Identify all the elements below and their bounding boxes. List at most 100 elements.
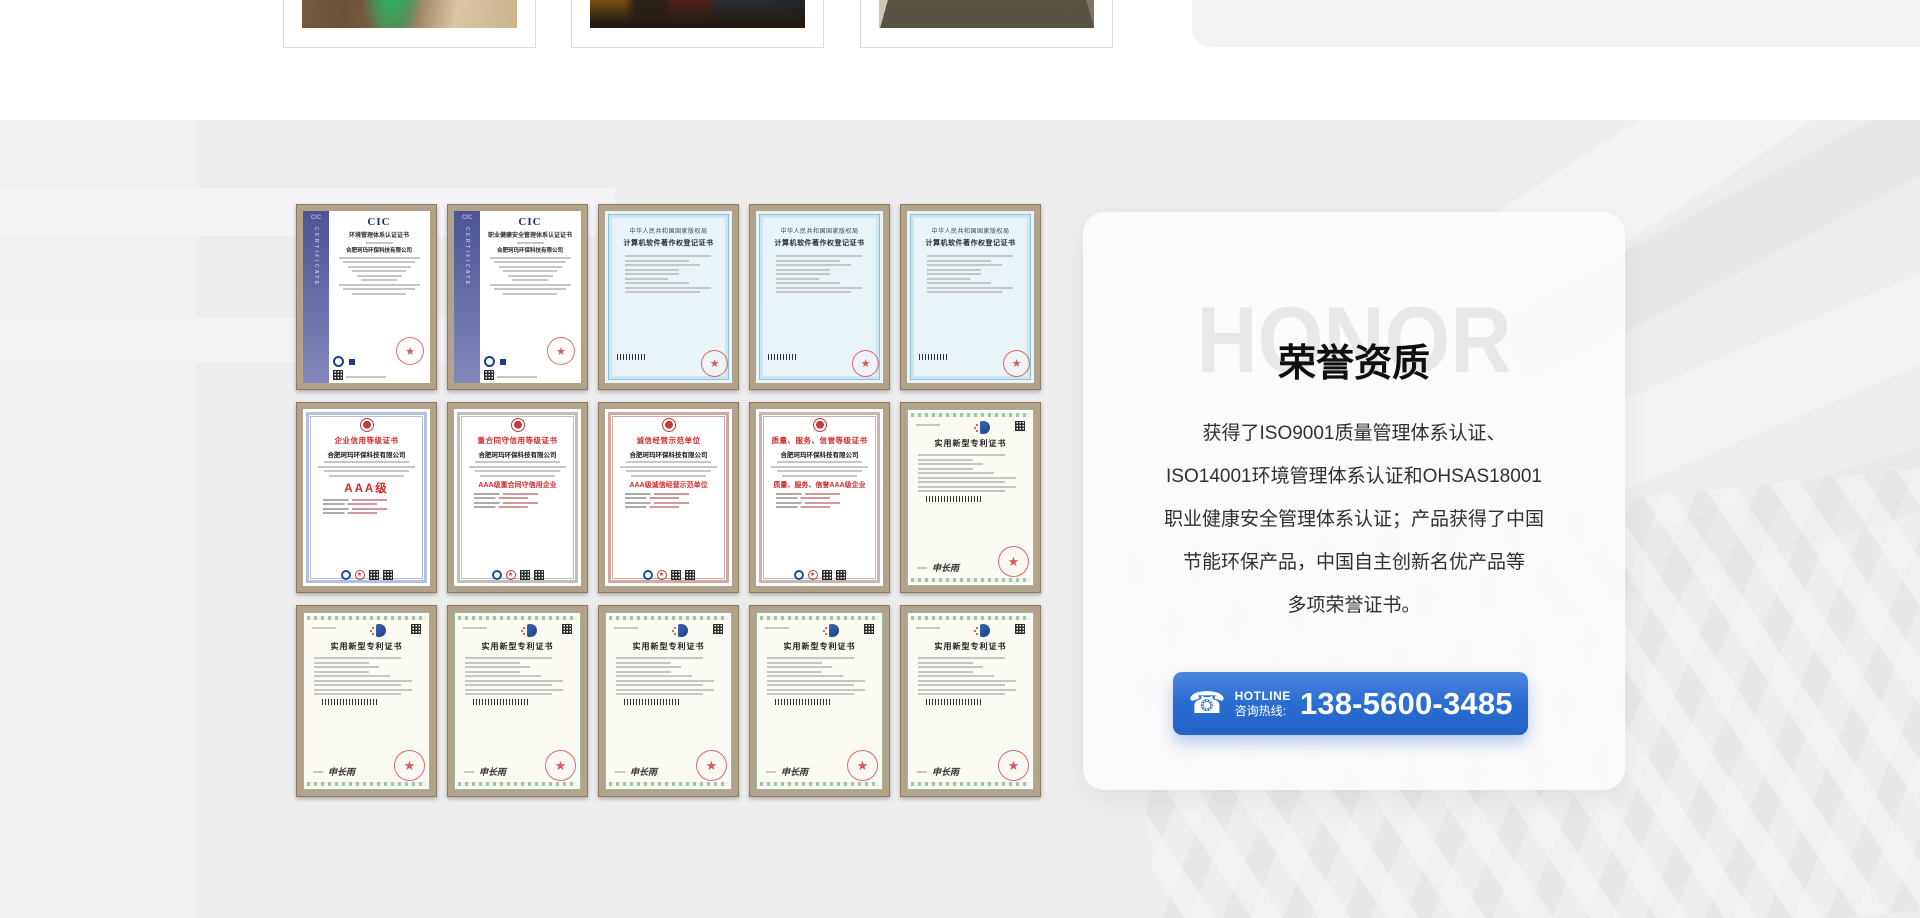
company-name: 合肥珂玛环保科技有限公司 [464,449,571,459]
certificate-title: 实用新型专利证书 [765,641,874,652]
certificate-utility-patent[interactable]: 实用新型专利证书 申长雨 [296,605,437,797]
red-seal-icon [701,350,728,377]
pit-area [879,0,1094,28]
cic-round-logo-icon [333,356,344,367]
case-card-2[interactable] [571,0,824,48]
commissioner-signature: 申长雨 [932,561,959,574]
green-trim [458,616,577,620]
credit-logo-icon [794,570,804,580]
red-seal-icon [852,350,879,377]
certificate-title: 实用新型专利证书 [916,438,1025,449]
qr-code-icon [671,570,681,580]
company-name: 合肥珂玛环保科技有限公司 [313,449,420,459]
qr-code-icon [822,570,832,580]
qr-code-icon [520,570,530,580]
red-seal-icon [696,750,727,781]
certificate-title: 实用新型专利证书 [614,641,723,652]
certificate-integrity-unit[interactable]: 诚信经营示范单位 合肥珂玛环保科技有限公司 AAA级诚信经营示范单位 [598,402,739,593]
qr-code-icon [534,570,544,580]
green-trim [911,782,1030,786]
certificate-quality-service-credit[interactable]: 质量、服务、信誉等级证书 合肥珂玛环保科技有限公司 质量、服务、信誉AAA级企业 [749,402,890,593]
certificate-software-copyright[interactable]: 中华人民共和国国家版权局 计算机软件著作权登记证书 [598,204,739,390]
certificate-grid: CIC CERTIFICATE CIC 环境管理体系认证证书 合肥珂玛环保科技有… [296,204,1041,797]
certificate-cic-environment[interactable]: CIC CERTIFICATE CIC 环境管理体系认证证书 合肥珂玛环保科技有… [296,204,437,390]
top-right-panel [1192,0,1920,47]
accreditation-logo-icon [347,357,357,367]
red-seal-icon [998,546,1029,577]
star-stamp-icon [506,570,516,580]
award-grade: AAA级 [313,480,420,496]
certificate-title: 企业信用等级证书 [313,435,420,446]
certificate-software-copyright[interactable]: 中华人民共和国国家版权局 计算机软件著作权登记证书 [749,204,890,390]
cnipa-logo-icon [980,421,990,434]
cnipa-logo-icon [829,624,839,637]
certificate-title: 实用新型专利证书 [463,641,572,652]
barcode-icon [919,354,949,360]
red-seal-icon [396,337,424,365]
green-trim [911,616,1030,620]
red-seal-icon [545,750,576,781]
cnipa-logo-icon [980,624,990,637]
award-grade: AAA级诚信经营示范单位 [615,480,722,490]
certificate-contract-credit[interactable]: 重合同守信用等级证书 合肥珂玛环保科技有限公司 AAA级重合同守信用企业 [447,402,588,593]
barcode-icon [624,699,679,705]
certificate-title: 重合同守信用等级证书 [464,435,571,446]
certificate-utility-patent[interactable]: 实用新型专利证书 申长雨 [447,605,588,797]
certificate-side-band: CIC CERTIFICATE [454,211,480,383]
cnipa-logo-icon [376,624,386,637]
company-name: 合肥珂玛环保科技有限公司 [485,246,575,254]
star-stamp-icon [657,570,667,580]
star-stamp-icon [355,570,365,580]
red-seal-icon [847,750,878,781]
barcode-icon [926,496,981,502]
description-line: ISO14001环境管理体系认证和OHSAS18001 [1119,455,1589,498]
certificate-title: 实用新型专利证书 [916,641,1025,652]
certificate-utility-patent[interactable]: 实用新型专利证书 申长雨 [900,605,1041,797]
case-card-3[interactable] [860,0,1113,48]
page: CIC CERTIFICATE CIC 环境管理体系认证证书 合肥珂玛环保科技有… [0,0,1920,918]
authority-name: 中华人民共和国国家版权局 [615,226,722,235]
qr-code-icon [836,570,846,580]
certificate-title: 计算机软件著作权登记证书 [917,238,1024,248]
certificate-cic-safety[interactable]: CIC CERTIFICATE CIC 职业健康安全管理体系认证证书 合肥珂玛环… [447,204,588,390]
green-trim [609,782,728,786]
green-trim [760,782,879,786]
certificate-software-copyright[interactable]: 中华人民共和国国家版权局 计算机软件著作权登记证书 [900,204,1041,390]
certificate-title: 诚信经营示范单位 [615,435,722,446]
commissioner-signature: 申长雨 [932,765,959,778]
credit-logo-icon [643,570,653,580]
accreditation-logo-icon [498,357,508,367]
case-card-1[interactable] [283,0,536,48]
qr-code-icon [864,624,874,634]
award-grade: 质量、服务、信誉AAA级企业 [766,480,873,490]
hotline-label-zh: 咨询热线: [1235,704,1291,718]
description-line: 多项荣誉证书。 [1119,584,1589,627]
green-trim [911,578,1030,582]
qr-code-icon [1015,421,1025,431]
certificate-title: 环境管理体系认证证书 [334,230,424,239]
barcode-icon [473,699,528,705]
certificate-title: 职业健康安全管理体系认证证书 [485,230,575,239]
commissioner-signature: 申长雨 [328,765,355,778]
hotline-phone-number: 138-5600-3485 [1300,686,1513,722]
certificate-title: 计算机软件著作权登记证书 [766,238,873,248]
cic-round-logo-icon [484,356,495,367]
barcode-icon [322,699,377,705]
certificate-utility-patent[interactable]: 实用新型专利证书 申长雨 [749,605,890,797]
commissioner-signature: 申长雨 [781,765,808,778]
cic-logo: CIC [334,216,424,228]
certificate-utility-patent[interactable]: 实用新型专利证书 申长雨 [900,402,1041,593]
award-grade: AAA级重合同守信用企业 [464,480,571,490]
authority-name: 中华人民共和国国家版权局 [917,226,1024,235]
green-mesh [358,0,427,28]
green-trim [760,616,879,620]
credit-logo-icon [492,570,502,580]
hotline-button[interactable]: ☎ HOTLINE 咨询热线: 138-5600-3485 [1173,672,1528,735]
equipment-site-photo [590,0,805,28]
red-seal-icon [394,750,425,781]
barcode-icon [768,354,798,360]
honor-description: 获得了ISO9001质量管理体系认证、 ISO14001环境管理体系认证和OHS… [1119,412,1589,627]
commissioner-signature: 申长雨 [479,765,506,778]
certificate-utility-patent[interactable]: 实用新型专利证书 申长雨 [598,605,739,797]
certificate-enterprise-credit[interactable]: 企业信用等级证书 合肥珂玛环保科技有限公司 AAA级 [296,402,437,593]
